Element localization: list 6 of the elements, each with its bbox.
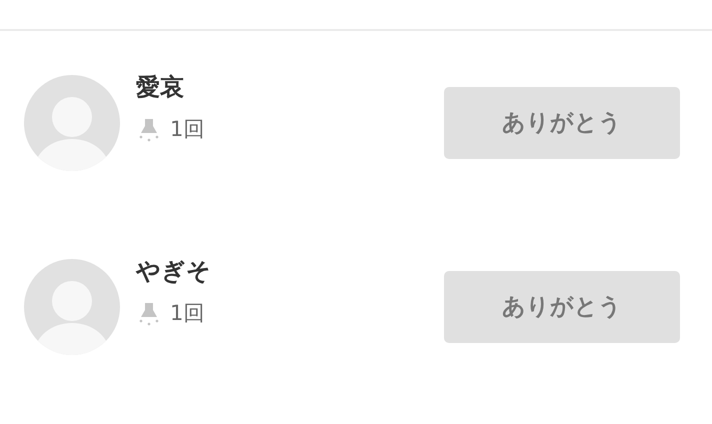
- count-text: 1回: [170, 300, 204, 327]
- user-name: 愛哀: [136, 73, 185, 102]
- user-name: やぎそ: [136, 257, 211, 286]
- thanks-button[interactable]: ありがとう: [444, 87, 680, 159]
- count-text: 1回: [170, 116, 204, 143]
- thanks-button[interactable]: ありがとう: [444, 271, 680, 343]
